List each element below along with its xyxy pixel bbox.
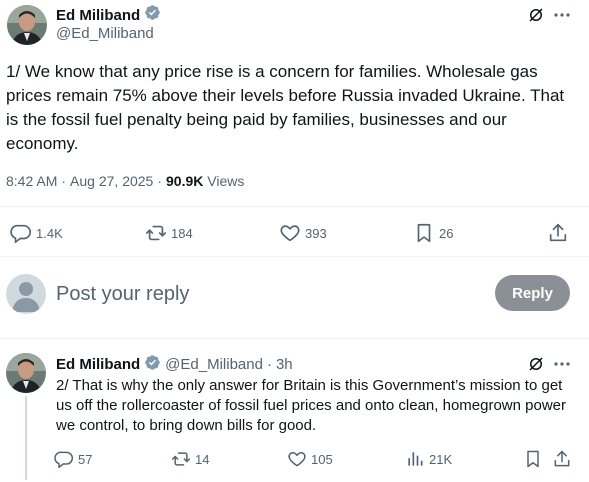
share-icon xyxy=(552,449,572,469)
repost-icon xyxy=(145,222,167,244)
reply-author-avatar[interactable] xyxy=(6,353,46,393)
reply-age[interactable]: 3h xyxy=(276,356,293,373)
share-icon xyxy=(547,222,569,244)
views-icon xyxy=(405,449,425,469)
reply-header: Ed Miliband @Ed_Miliband · 3h xyxy=(56,354,293,375)
reply-bookmark-button[interactable] xyxy=(523,449,543,469)
tweet-time[interactable]: 8:42 AM xyxy=(6,173,57,189)
reply-views-button[interactable]: 21K xyxy=(405,449,452,469)
grok-icon[interactable] xyxy=(527,6,545,29)
main-author-avatar[interactable] xyxy=(7,5,47,45)
views-label: Views xyxy=(207,173,245,189)
like-icon xyxy=(287,449,307,469)
bookmark-icon xyxy=(413,222,435,244)
reply-like-button[interactable]: 105 xyxy=(287,449,333,469)
reply-views-count: 21K xyxy=(429,451,453,467)
like-count: 393 xyxy=(305,225,327,241)
views-count: 90.9K xyxy=(166,173,204,189)
reply-reply-button[interactable]: 57 xyxy=(54,449,92,469)
reply-reply-count: 57 xyxy=(78,451,93,467)
thread-line xyxy=(25,396,27,480)
composer-avatar xyxy=(6,274,46,314)
reply-like-count: 105 xyxy=(311,451,333,467)
main-author-handle[interactable]: @Ed_Miliband xyxy=(56,25,154,42)
repost-icon xyxy=(171,449,191,469)
more-icon[interactable] xyxy=(553,357,571,376)
repost-count: 184 xyxy=(171,225,193,241)
reply-count: 1.4K xyxy=(36,225,63,241)
reply-repost-count: 14 xyxy=(195,451,210,467)
main-author-name[interactable]: Ed Miliband xyxy=(56,7,140,24)
verified-badge-icon xyxy=(144,354,161,375)
verified-badge-icon xyxy=(144,4,161,26)
like-button[interactable]: 393 xyxy=(279,222,327,244)
reply-submit-button[interactable]: Reply xyxy=(495,275,570,311)
reply-author-name[interactable]: Ed Miliband xyxy=(56,356,140,373)
reply-input[interactable]: Post your reply xyxy=(56,282,476,306)
reply-button[interactable]: 1.4K xyxy=(10,222,63,244)
grok-icon[interactable] xyxy=(527,355,545,378)
bookmark-button[interactable]: 26 xyxy=(413,222,453,244)
share-button[interactable] xyxy=(547,222,569,244)
bookmark-count: 26 xyxy=(439,225,454,241)
more-icon[interactable] xyxy=(553,8,571,27)
repost-button[interactable]: 184 xyxy=(145,222,193,244)
reply-icon xyxy=(54,449,74,469)
like-icon xyxy=(279,222,301,244)
reply-tweet-text: 2/ That is why the only answer for Brita… xyxy=(56,377,566,434)
main-tweet-text: 1/ We know that any price rise is a conc… xyxy=(6,62,565,153)
main-tweet-meta: 8:42 AM · Aug 27, 2025 · 90.9K Views xyxy=(6,173,245,189)
reply-share-button[interactable] xyxy=(552,449,572,469)
tweet-date[interactable]: Aug 27, 2025 xyxy=(70,173,153,189)
bookmark-icon xyxy=(523,449,543,469)
reply-author-handle[interactable]: @Ed_Miliband xyxy=(165,356,263,373)
reply-icon xyxy=(10,222,32,244)
reply-repost-button[interactable]: 14 xyxy=(171,449,209,469)
